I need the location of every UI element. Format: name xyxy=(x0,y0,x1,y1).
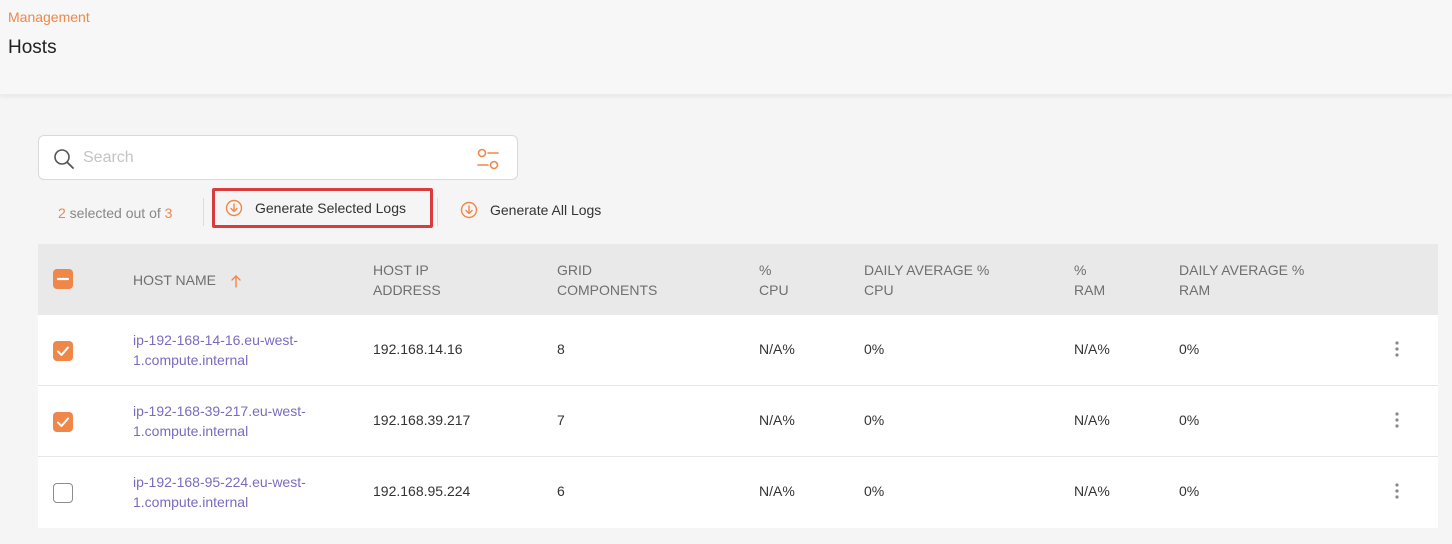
column-host-ip-line1: HOST IP xyxy=(373,262,429,278)
search-icon xyxy=(54,149,74,169)
selection-count: 2 selected out of 3 xyxy=(58,205,172,221)
column-daily-ram: DAILY AVERAGE % RAM xyxy=(1179,260,1304,300)
column-cpu-line1: % xyxy=(759,262,772,278)
table-row: ip-192-168-39-217.eu-west- 1.compute.int… xyxy=(38,386,1438,457)
column-daily-cpu-line2: CPU xyxy=(864,282,894,298)
ram-cell: N/A% xyxy=(1074,341,1110,357)
search-input[interactable] xyxy=(83,144,463,172)
total-count: 3 xyxy=(164,205,173,221)
daily-ram-cell: 0% xyxy=(1179,341,1200,357)
breadcrumb[interactable]: Management xyxy=(8,9,90,25)
more-options-icon[interactable] xyxy=(1390,339,1404,359)
column-grid-components: GRID COMPONENTS xyxy=(557,260,657,300)
grid-components-cell: 6 xyxy=(557,483,565,499)
select-all-checkbox[interactable] xyxy=(53,269,73,289)
more-options-icon[interactable] xyxy=(1390,481,1404,501)
search-box xyxy=(38,135,518,180)
column-host-ip: HOST IP ADDRESS xyxy=(373,260,441,300)
page-header: Management Hosts xyxy=(0,0,1452,95)
generate-selected-label: Generate Selected Logs xyxy=(255,200,406,216)
row-checkbox[interactable] xyxy=(53,341,73,361)
host-name-line1: ip-192-168-95-224.eu-west- xyxy=(133,474,306,490)
column-daily-cpu: DAILY AVERAGE % CPU xyxy=(864,260,989,300)
column-host-name-label: HOST NAME xyxy=(133,272,216,288)
host-name-link[interactable]: ip-192-168-95-224.eu-west- 1.compute.int… xyxy=(133,472,343,512)
column-host-name[interactable]: HOST NAME xyxy=(133,270,242,290)
minus-icon xyxy=(56,277,70,281)
host-name-line2: 1.compute.internal xyxy=(133,494,249,510)
generate-all-logs-button[interactable]: Generate All Logs xyxy=(456,190,626,230)
column-daily-cpu-line1: DAILY AVERAGE % xyxy=(864,262,990,278)
hosts-table: HOST NAME HOST IP ADDRESS GRID COMPONENT… xyxy=(38,244,1438,528)
host-name-link[interactable]: ip-192-168-39-217.eu-west- 1.compute.int… xyxy=(133,401,343,441)
host-name-line1: ip-192-168-14-16.eu-west- xyxy=(133,332,298,348)
host-ip-cell: 192.168.39.217 xyxy=(373,412,471,428)
selected-count: 2 xyxy=(58,205,66,221)
daily-cpu-cell: 0% xyxy=(864,412,885,428)
table-header: HOST NAME HOST IP ADDRESS GRID COMPONENT… xyxy=(38,244,1438,315)
sort-ascending-icon[interactable] xyxy=(230,274,242,288)
ram-cell: N/A% xyxy=(1074,483,1110,499)
filter-icon[interactable] xyxy=(476,147,500,171)
host-ip-cell: 192.168.95.224 xyxy=(373,483,471,499)
toolbar-divider xyxy=(203,198,204,226)
column-daily-ram-line1: DAILY AVERAGE % xyxy=(1179,262,1305,278)
cpu-cell: N/A% xyxy=(759,412,795,428)
generate-all-label: Generate All Logs xyxy=(490,202,602,218)
cpu-cell: N/A% xyxy=(759,483,795,499)
table-row: ip-192-168-95-224.eu-west- 1.compute.int… xyxy=(38,457,1438,528)
cpu-cell: N/A% xyxy=(759,341,795,357)
check-icon xyxy=(57,346,69,356)
toolbar-divider xyxy=(437,198,438,226)
column-cpu: % CPU xyxy=(759,260,789,300)
column-ram-line1: % xyxy=(1074,262,1087,278)
column-ram: % RAM xyxy=(1074,260,1105,300)
host-ip-cell: 192.168.14.16 xyxy=(373,341,463,357)
column-grid-line1: GRID xyxy=(557,262,592,278)
download-icon xyxy=(225,199,243,217)
column-host-ip-line2: ADDRESS xyxy=(373,282,441,298)
host-name-line1: ip-192-168-39-217.eu-west- xyxy=(133,403,306,419)
selection-text: selected out of xyxy=(65,205,165,221)
ram-cell: N/A% xyxy=(1074,412,1110,428)
row-checkbox[interactable] xyxy=(53,412,73,432)
table-row: ip-192-168-14-16.eu-west- 1.compute.inte… xyxy=(38,315,1438,386)
column-ram-line2: RAM xyxy=(1074,282,1106,298)
daily-ram-cell: 0% xyxy=(1179,483,1200,499)
page-title: Hosts xyxy=(8,37,57,58)
host-name-line2: 1.compute.internal xyxy=(133,352,249,368)
column-daily-ram-line2: RAM xyxy=(1179,282,1211,298)
generate-selected-logs-button[interactable]: Generate Selected Logs xyxy=(212,188,433,228)
daily-cpu-cell: 0% xyxy=(864,483,885,499)
more-options-icon[interactable] xyxy=(1390,410,1404,430)
host-name-link[interactable]: ip-192-168-14-16.eu-west- 1.compute.inte… xyxy=(133,330,343,370)
row-checkbox[interactable] xyxy=(53,483,73,503)
column-cpu-line2: CPU xyxy=(759,282,789,298)
download-icon xyxy=(460,201,478,219)
daily-ram-cell: 0% xyxy=(1179,412,1200,428)
column-grid-line2: COMPONENTS xyxy=(557,282,658,298)
host-name-line2: 1.compute.internal xyxy=(133,423,249,439)
daily-cpu-cell: 0% xyxy=(864,341,885,357)
grid-components-cell: 7 xyxy=(557,412,565,428)
grid-components-cell: 8 xyxy=(557,341,565,357)
check-icon xyxy=(57,417,69,427)
